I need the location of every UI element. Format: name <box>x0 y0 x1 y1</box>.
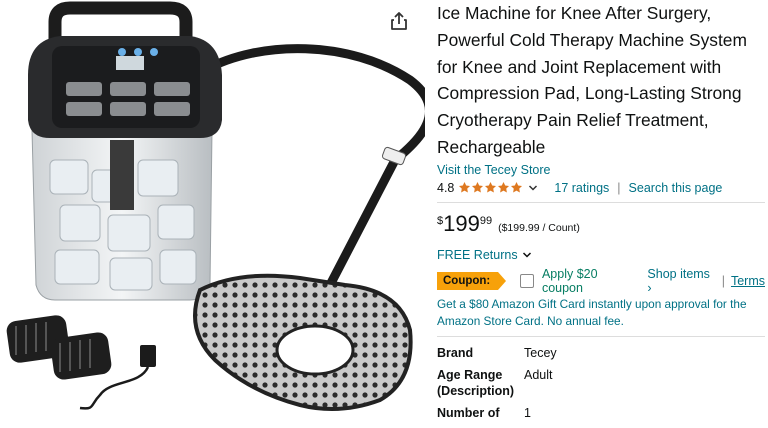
star-icon <box>498 182 510 193</box>
search-page-link[interactable]: Search this page <box>629 181 723 195</box>
divider <box>437 201 765 203</box>
rating-value: 4.8 <box>437 180 455 195</box>
gift-card-promo-link[interactable]: Get a $80 Amazon Gift Card instantly upo… <box>437 296 765 330</box>
chevron-down-icon <box>522 252 531 258</box>
star-icon <box>485 182 497 193</box>
spec-value: Adult <box>524 367 553 382</box>
shop-items-link[interactable]: Shop items › <box>647 267 715 295</box>
spec-key: Brand <box>437 345 474 360</box>
coupon-badge: Coupon: <box>437 271 507 290</box>
share-icon <box>391 12 407 30</box>
star-icon <box>459 182 471 193</box>
ice-machine-image <box>6 1 434 411</box>
product-title: Ice Machine for Knee After Surgery, Powe… <box>437 3 747 157</box>
divider <box>437 335 765 337</box>
product-image[interactable] <box>0 0 434 423</box>
star-icon <box>511 182 523 193</box>
price: $ 199 99 ($199.99 / Count) <box>437 210 765 240</box>
product-specs: Brand Tecey Age Range (Description) Adul… <box>437 345 765 421</box>
product-details: Ice Machine for Knee After Surgery, Powe… <box>437 0 765 427</box>
spec-row: Age Range (Description) Adult <box>437 367 765 399</box>
coupon-separator: | <box>721 273 725 288</box>
price-fraction: 99 <box>479 214 493 227</box>
store-link[interactable]: Visit the Tecey Store <box>437 163 765 177</box>
share-button[interactable] <box>388 10 410 32</box>
spec-value: 1 <box>524 405 531 420</box>
rating-row: 4.8 17 ratings | Search this page <box>437 180 765 196</box>
chevron-down-icon[interactable] <box>528 183 538 193</box>
spec-row: Number of 1 <box>437 405 765 421</box>
price-per-unit: ($199.99 / Count) <box>498 221 580 234</box>
spec-key: Number of <box>437 405 500 420</box>
apply-coupon-label[interactable]: Apply $20 coupon <box>542 267 639 295</box>
coupon-row: Coupon: Apply $20 coupon Shop items › | … <box>437 267 765 295</box>
free-returns-label: FREE Returns <box>437 247 518 262</box>
free-returns-link[interactable]: FREE Returns <box>437 248 765 262</box>
spec-key: Age Range (Description) <box>437 367 515 398</box>
star-icon <box>472 182 484 193</box>
rating-separator: | <box>617 180 621 195</box>
ratings-count-link[interactable]: 17 ratings <box>554 181 609 195</box>
price-whole: 199 <box>443 210 480 236</box>
coupon-checkbox[interactable] <box>520 273 534 288</box>
star-rating[interactable] <box>458 181 523 194</box>
terms-link[interactable]: Terms <box>731 274 765 288</box>
spec-value: Tecey <box>524 345 557 360</box>
spec-row: Brand Tecey <box>437 345 765 361</box>
